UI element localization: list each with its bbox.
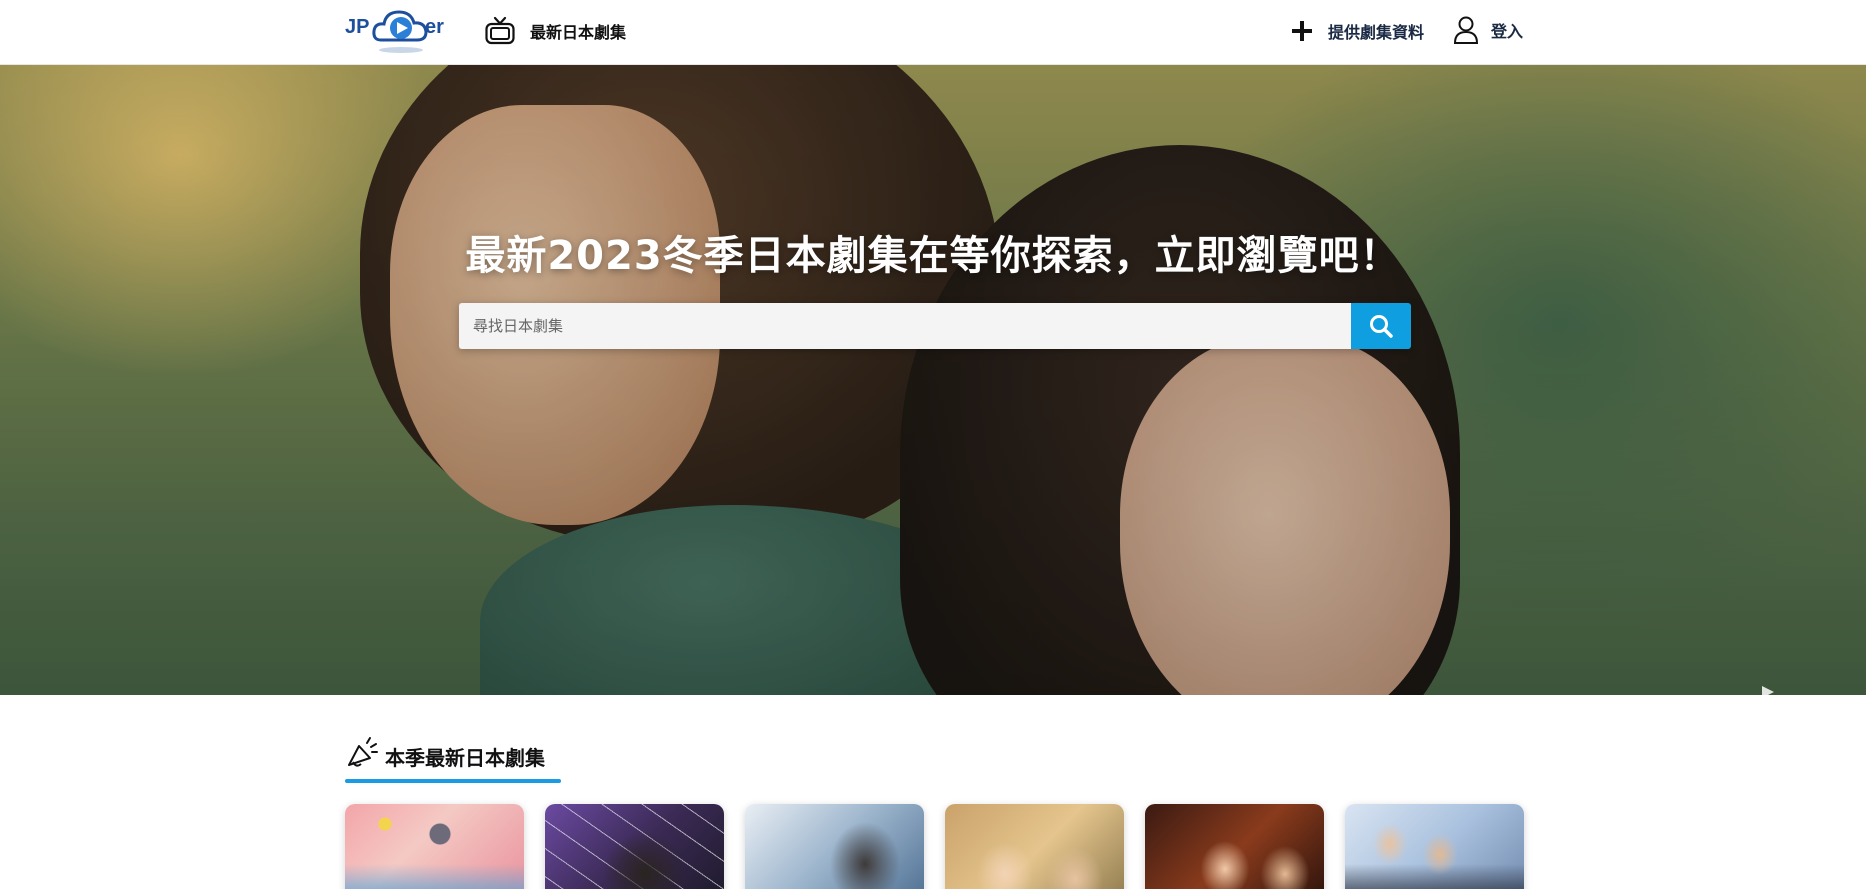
search-icon [1370, 315, 1393, 338]
megaphone-icon [348, 737, 378, 767]
hero-banner: 最新2023冬季日本劇集在等你探索，立即瀏覽吧！ [0, 65, 1866, 695]
hero-title: 最新2023冬季日本劇集在等你探索，立即瀏覽吧！ [465, 233, 1401, 279]
drama-card-list [345, 804, 1525, 889]
drama-poster [745, 804, 924, 889]
tv-icon [485, 16, 515, 45]
section-title-underline [345, 779, 561, 783]
plus-icon [1292, 21, 1312, 41]
section-title: 本季最新日本劇集 [385, 746, 545, 770]
search-input[interactable] [459, 303, 1351, 349]
drama-card[interactable] [345, 804, 524, 889]
user-icon [1453, 16, 1479, 44]
drama-card[interactable] [545, 804, 724, 889]
drama-card[interactable] [1145, 804, 1324, 889]
drama-poster [945, 804, 1124, 889]
nav-latest-dramas[interactable]: 最新日本劇集 [484, 14, 626, 48]
nav-provide-drama-info[interactable]: 提供劇集資料 [1290, 14, 1424, 48]
section-header: 本季最新日本劇集 [345, 735, 561, 785]
site-header: JP er 最新日本劇集 提供劇集資料 登入 [0, 0, 1866, 65]
hero-overlay [0, 65, 1866, 695]
logo-text-left: JP [345, 16, 370, 38]
search-button[interactable] [1351, 303, 1411, 349]
drama-poster [1345, 804, 1524, 889]
drama-poster [345, 804, 524, 889]
logo-cloud-play-icon [372, 10, 428, 53]
drama-card[interactable] [1345, 804, 1524, 889]
nav-provide-label: 提供劇集資料 [1328, 23, 1425, 42]
drama-poster [1145, 804, 1324, 889]
drama-card[interactable] [745, 804, 924, 889]
drama-card[interactable] [945, 804, 1124, 889]
nav-login-label: 登入 [1491, 22, 1524, 41]
drama-poster [545, 804, 724, 889]
search-bar [459, 303, 1411, 349]
nav-latest-label: 最新日本劇集 [530, 23, 627, 42]
logo-text-right: er [425, 16, 444, 38]
site-logo[interactable]: JP er [345, 4, 463, 56]
chevron-right-icon[interactable] [1760, 685, 1776, 695]
nav-login[interactable]: 登入 [1453, 13, 1523, 47]
